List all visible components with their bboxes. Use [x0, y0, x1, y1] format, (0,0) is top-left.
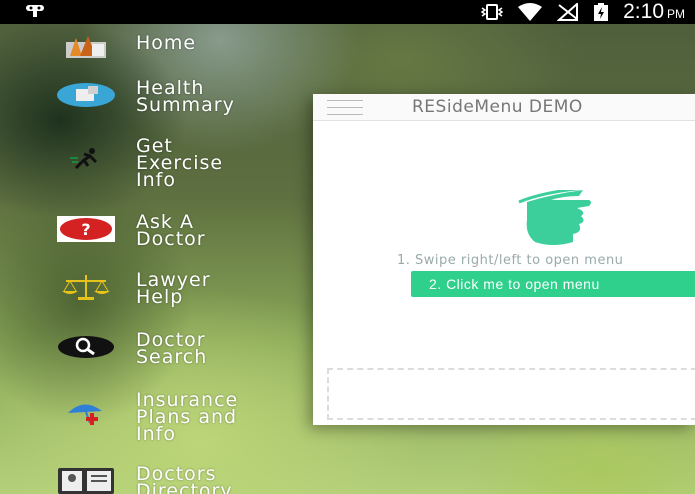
- question-icon: ?: [56, 214, 116, 244]
- menu-item-home[interactable]: Home: [56, 32, 195, 62]
- no-signal-icon: [557, 3, 579, 21]
- vibrate-icon: [481, 4, 504, 20]
- hamburger-menu-icon[interactable]: [327, 100, 363, 116]
- health-summary-icon: [56, 80, 116, 110]
- menu-label-doctor-search: Doctor Search: [136, 329, 208, 368]
- menu-label-ask-doctor: Ask A Doctor: [136, 211, 206, 250]
- svg-text:?: ?: [81, 220, 90, 239]
- directory-icon: [56, 466, 116, 494]
- status-bar: 2:10 PM: [0, 0, 695, 24]
- menu-label-health-summary: Health Summary: [136, 77, 235, 116]
- menu-label-doctors-directory: Doctors Directory: [136, 463, 233, 494]
- runner-icon: [56, 144, 116, 174]
- menu-label-exercise-info: Get Exercise Info: [136, 135, 224, 191]
- scales-icon: [56, 272, 116, 302]
- menu-item-health-summary[interactable]: Health Summary: [56, 79, 234, 115]
- nav-title: RESideMenu DEMO: [412, 97, 583, 117]
- menu-label-lawyer-help: Lawyer Help: [136, 269, 211, 308]
- home-icon: [56, 32, 116, 62]
- magnifier-icon: [56, 332, 116, 362]
- menu-item-insurance[interactable]: Insurance Plans and Info: [56, 391, 237, 444]
- wifi-icon: [517, 3, 543, 21]
- menu-item-ask-doctor[interactable]: ? Ask A Doctor: [56, 213, 205, 249]
- battery-charging-icon: [593, 3, 609, 21]
- status-clock: 2:10 PM: [623, 0, 685, 24]
- content-panel[interactable]: RESideMenu DEMO 1. Swipe right/left to o…: [313, 94, 695, 425]
- umbrella-icon: [56, 398, 116, 428]
- navigation-bar: RESideMenu DEMO: [313, 94, 695, 121]
- status-time: 2:10: [623, 0, 664, 23]
- swipe-hand-icon: [513, 186, 599, 246]
- open-menu-button[interactable]: 2. Click me to open menu: [411, 271, 695, 297]
- menu-item-doctor-search[interactable]: Doctor Search: [56, 331, 206, 367]
- menu-item-doctors-directory[interactable]: Doctors Directory: [56, 465, 232, 494]
- swipe-hint: 1. Swipe right/left to open menu: [397, 253, 624, 268]
- menu-item-exercise-info[interactable]: Get Exercise Info: [56, 137, 222, 190]
- bug-icon: [24, 3, 46, 21]
- status-ampm: PM: [667, 7, 685, 21]
- dashed-placeholder: [327, 368, 695, 420]
- menu-label-home: Home: [136, 32, 197, 54]
- menu-item-lawyer-help[interactable]: Lawyer Help: [56, 271, 210, 307]
- menu-label-insurance: Insurance Plans and Info: [136, 389, 239, 445]
